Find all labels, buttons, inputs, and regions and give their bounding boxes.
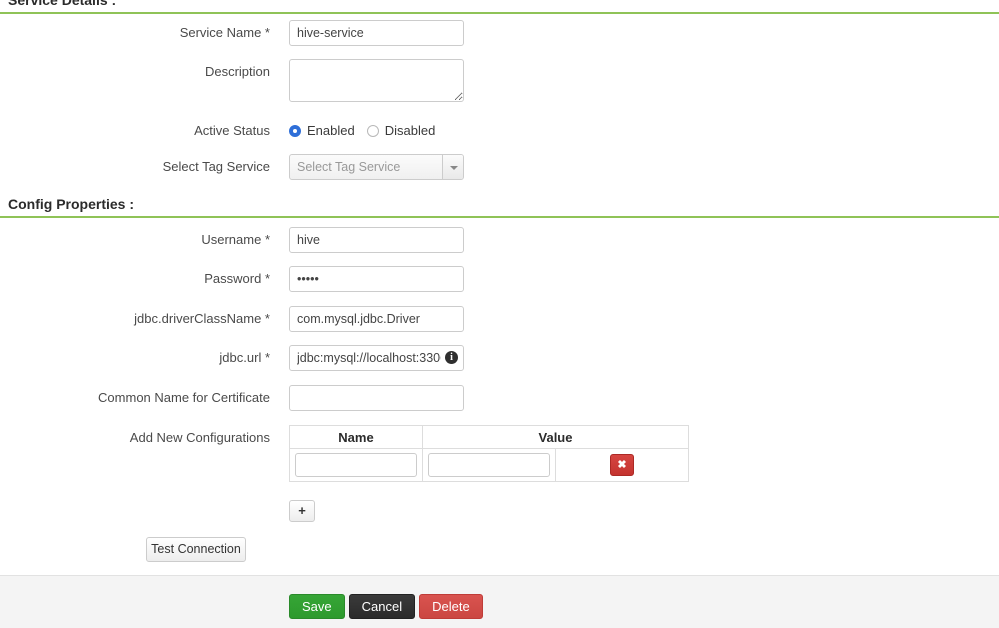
radio-disabled-dot[interactable] bbox=[367, 125, 379, 137]
save-button[interactable]: Save bbox=[289, 594, 345, 619]
config-value-input[interactable] bbox=[428, 453, 550, 477]
service-name-input[interactable] bbox=[289, 20, 464, 46]
chevron-down-icon bbox=[450, 166, 458, 170]
jdbc-url-input-group: i bbox=[289, 345, 464, 371]
username-control bbox=[289, 227, 464, 253]
jdbc-driver-class-name-input[interactable] bbox=[289, 306, 464, 332]
info-circle-icon[interactable]: i bbox=[445, 351, 458, 364]
cell-config-value bbox=[423, 449, 556, 482]
field-row-password: Password * bbox=[0, 266, 999, 292]
select-tag-service-dropdown[interactable]: Select Tag Service bbox=[289, 154, 464, 180]
select-tag-service-placeholder: Select Tag Service bbox=[297, 155, 400, 179]
password-control bbox=[289, 266, 464, 292]
common-name-for-certificate-control bbox=[289, 385, 464, 411]
active-status-radio-group: Enabled Disabled bbox=[289, 118, 447, 144]
form-footer: Save Cancel Delete bbox=[0, 575, 999, 628]
table-head: Name Value bbox=[290, 426, 689, 449]
field-row-description: Description bbox=[0, 59, 999, 104]
active-status-label: Active Status bbox=[0, 118, 270, 144]
add-new-configurations-table-wrap: Name Value ✖ bbox=[289, 425, 689, 482]
column-header-name: Name bbox=[290, 426, 423, 449]
add-new-configurations-table: Name Value ✖ bbox=[289, 425, 689, 482]
jdbc-driver-class-name-control bbox=[289, 306, 464, 332]
description-label: Description bbox=[0, 59, 270, 85]
cancel-button[interactable]: Cancel bbox=[349, 594, 415, 619]
config-properties-section-header: Config Properties : bbox=[0, 196, 999, 218]
select-tag-service-control: Select Tag Service bbox=[289, 154, 464, 180]
field-row-jdbc-driver-class-name: jdbc.driverClassName * bbox=[0, 306, 999, 332]
password-label: Password * bbox=[0, 266, 270, 292]
radio-enabled[interactable]: Enabled bbox=[289, 124, 355, 138]
common-name-for-certificate-label: Common Name for Certificate bbox=[0, 385, 270, 411]
add-new-configurations-label: Add New Configurations bbox=[0, 425, 270, 451]
test-connection-button[interactable]: Test Connection bbox=[146, 537, 246, 562]
jdbc-url-label: jdbc.url * bbox=[0, 345, 270, 371]
common-name-for-certificate-input[interactable] bbox=[289, 385, 464, 411]
password-input[interactable] bbox=[289, 266, 464, 292]
delete-config-row-button[interactable]: ✖ bbox=[610, 454, 634, 476]
service-details-title: Service Details : bbox=[8, 0, 116, 8]
jdbc-url-control: i bbox=[289, 345, 464, 371]
footer-button-group: Save Cancel Delete bbox=[289, 594, 483, 619]
field-row-jdbc-url: jdbc.url * i bbox=[0, 345, 999, 371]
field-row-service-name: Service Name * bbox=[0, 20, 999, 46]
config-properties-title: Config Properties : bbox=[8, 196, 134, 212]
radio-disabled-label: Disabled bbox=[385, 124, 436, 138]
active-status-control: Enabled Disabled bbox=[289, 118, 447, 144]
field-row-username: Username * bbox=[0, 227, 999, 253]
table-row: ✖ bbox=[290, 449, 689, 482]
service-edit-page: Service Details : Service Name * Descrip… bbox=[0, 0, 999, 628]
select-tag-service-toggle-button[interactable] bbox=[442, 155, 463, 179]
radio-disabled[interactable]: Disabled bbox=[367, 124, 436, 138]
description-control bbox=[289, 59, 464, 105]
delete-button[interactable]: Delete bbox=[419, 594, 483, 619]
cell-config-delete: ✖ bbox=[556, 449, 689, 482]
field-row-active-status: Active Status Enabled Disabled bbox=[0, 118, 999, 144]
username-label: Username * bbox=[0, 227, 270, 253]
username-input[interactable] bbox=[289, 227, 464, 253]
config-name-input[interactable] bbox=[295, 453, 417, 477]
service-details-section-header: Service Details : bbox=[0, 0, 999, 14]
column-header-value: Value bbox=[423, 426, 689, 449]
service-name-label: Service Name * bbox=[0, 20, 270, 46]
radio-enabled-label: Enabled bbox=[307, 124, 355, 138]
service-name-control bbox=[289, 20, 464, 46]
table-header-row: Name Value bbox=[290, 426, 689, 449]
description-textarea[interactable] bbox=[289, 59, 464, 102]
radio-enabled-dot[interactable] bbox=[289, 125, 301, 137]
field-row-select-tag-service: Select Tag Service Select Tag Service bbox=[0, 154, 999, 180]
cell-config-name bbox=[290, 449, 423, 482]
jdbc-url-input[interactable] bbox=[289, 345, 464, 371]
select-tag-service-label: Select Tag Service bbox=[0, 154, 270, 180]
jdbc-driver-class-name-label: jdbc.driverClassName * bbox=[0, 306, 270, 332]
table-body: ✖ bbox=[290, 449, 689, 482]
add-config-row-button[interactable]: + bbox=[289, 500, 315, 522]
field-row-common-name-for-certificate: Common Name for Certificate bbox=[0, 385, 999, 411]
